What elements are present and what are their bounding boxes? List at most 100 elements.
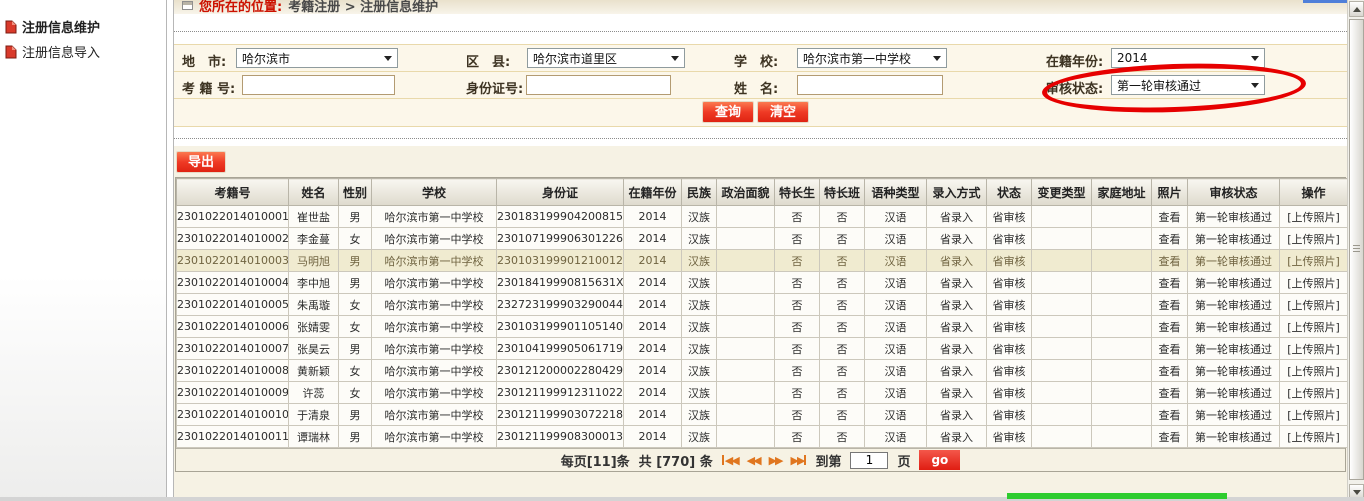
table-cell: 女 — [339, 316, 372, 338]
upload-photo-link[interactable]: [上传照片] — [1287, 431, 1340, 444]
table-cell — [717, 272, 775, 294]
table-cell: 省审核 — [987, 272, 1032, 294]
scroll-up-button[interactable] — [1349, 1, 1364, 17]
table-cell — [717, 426, 775, 448]
table-cell: 男 — [339, 338, 372, 360]
table-cell — [1032, 206, 1092, 228]
table-cell: 2301022014010001 — [177, 206, 289, 228]
double-arrow-left-icon: ◀◀ — [725, 454, 738, 467]
table-cell: 哈尔滨市第一中学校 — [372, 294, 497, 316]
table-cell: 省审核 — [987, 250, 1032, 272]
table-cell: 查看 — [1152, 426, 1188, 448]
table-row: 2301022014010005朱禹璇女哈尔滨市第一中学校23272319990… — [177, 294, 1348, 316]
table-cell: [上传照片] — [1280, 426, 1348, 448]
table-cell: 省录入 — [927, 382, 987, 404]
prev-page-button[interactable]: ◀◀ — [747, 454, 760, 467]
table-cell — [1032, 404, 1092, 426]
table-cell: 否 — [820, 206, 865, 228]
results-section: 导出 考籍号姓名性别学校身份证在籍年份民族政治面貌特长生特长班语种类型录入方式状… — [174, 146, 1347, 498]
table-cell: 232723199903290044 — [497, 294, 624, 316]
page-number-input[interactable] — [850, 452, 888, 469]
table-cell: 第一轮审核通过 — [1188, 360, 1280, 382]
table-cell — [1092, 426, 1152, 448]
table-cell: 哈尔滨市第一中学校 — [372, 404, 497, 426]
table-cell: 许蕊 — [289, 382, 339, 404]
year-select[interactable]: 2014 — [1111, 48, 1265, 68]
view-photo-link[interactable]: 查看 — [1159, 277, 1181, 290]
school-select[interactable]: 哈尔滨市第一中学校 — [797, 48, 947, 68]
table-cell: 男 — [339, 206, 372, 228]
id-card-input[interactable] — [526, 75, 671, 95]
view-photo-link[interactable]: 查看 — [1159, 343, 1181, 356]
table-cell: 汉语 — [865, 382, 927, 404]
next-page-button[interactable]: ▶▶ — [769, 454, 782, 467]
last-page-button[interactable]: ▶▶ — [791, 454, 807, 467]
view-photo-link[interactable]: 查看 — [1159, 321, 1181, 334]
upload-photo-link[interactable]: [上传照片] — [1287, 343, 1340, 356]
view-photo-link[interactable]: 查看 — [1159, 233, 1181, 246]
table-cell — [717, 250, 775, 272]
export-button[interactable]: 导出 — [176, 151, 226, 173]
district-select[interactable]: 哈尔滨市道里区 — [527, 48, 685, 68]
audit-status-label: 审核状态: — [1046, 78, 1103, 97]
column-header: 特长班 — [820, 179, 865, 206]
upload-photo-link[interactable]: [上传照片] — [1287, 211, 1340, 224]
divider-dotted-top — [174, 31, 1347, 32]
table-cell: 查看 — [1152, 294, 1188, 316]
exam-no-input[interactable] — [242, 75, 395, 95]
scrollbar-thumb[interactable] — [1349, 19, 1364, 480]
view-photo-link[interactable]: 查看 — [1159, 431, 1181, 444]
vertical-scrollbar[interactable] — [1347, 0, 1364, 501]
table-cell — [1032, 250, 1092, 272]
name-input[interactable] — [797, 75, 943, 95]
table-row: 2301022014010008黄新颖女哈尔滨市第一中学校23012120000… — [177, 360, 1348, 382]
dropdown-arrow-icon — [384, 56, 392, 61]
go-button[interactable]: go — [919, 450, 960, 470]
table-cell: 否 — [820, 404, 865, 426]
sidebar-item-register-info-maintain[interactable]: 注册信息维护 — [0, 14, 166, 39]
view-photo-link[interactable]: 查看 — [1159, 299, 1181, 312]
upload-photo-link[interactable]: [上传照片] — [1287, 409, 1340, 422]
sidebar-item-label: 注册信息维护 — [22, 17, 100, 36]
upload-photo-link[interactable]: [上传照片] — [1287, 233, 1340, 246]
city-select[interactable]: 哈尔滨市 — [236, 48, 398, 68]
upload-photo-link[interactable]: [上传照片] — [1287, 255, 1340, 268]
table-cell: [上传照片] — [1280, 360, 1348, 382]
table-cell: 第一轮审核通过 — [1188, 228, 1280, 250]
table-cell — [1092, 404, 1152, 426]
sidebar-item-register-info-import[interactable]: 注册信息导入 — [0, 39, 166, 64]
upload-photo-link[interactable]: [上传照片] — [1287, 299, 1340, 312]
table-row: 2301022014010006张婧雯女哈尔滨市第一中学校23010319990… — [177, 316, 1348, 338]
table-cell: 省录入 — [927, 404, 987, 426]
table-cell: 哈尔滨市第一中学校 — [372, 250, 497, 272]
view-photo-link[interactable]: 查看 — [1159, 255, 1181, 268]
view-photo-link[interactable]: 查看 — [1159, 387, 1181, 400]
location-icon — [182, 1, 193, 10]
table-cell — [717, 338, 775, 360]
upload-photo-link[interactable]: [上传照片] — [1287, 387, 1340, 400]
year-label: 在籍年份: — [1046, 51, 1103, 70]
clear-button[interactable]: 清空 — [757, 101, 809, 123]
query-button[interactable]: 查询 — [702, 101, 754, 123]
table-cell — [1092, 228, 1152, 250]
table-cell: 否 — [775, 250, 820, 272]
table-cell: 2301022014010003 — [177, 250, 289, 272]
table-cell: 汉族 — [682, 250, 717, 272]
green-progress-bar — [1007, 493, 1227, 499]
table-cell: 于清泉 — [289, 404, 339, 426]
upload-photo-link[interactable]: [上传照片] — [1287, 321, 1340, 334]
bar-icon — [722, 455, 724, 465]
view-photo-link[interactable]: 查看 — [1159, 409, 1181, 422]
table-cell: 否 — [820, 316, 865, 338]
table-cell: 省审核 — [987, 404, 1032, 426]
upload-photo-link[interactable]: [上传照片] — [1287, 277, 1340, 290]
audit-status-select[interactable]: 第一轮审核通过 — [1111, 75, 1265, 95]
table-cell — [1092, 250, 1152, 272]
first-page-button[interactable]: ◀◀ — [722, 454, 738, 467]
upload-photo-link[interactable]: [上传照片] — [1287, 365, 1340, 378]
table-cell: 查看 — [1152, 250, 1188, 272]
view-photo-link[interactable]: 查看 — [1159, 365, 1181, 378]
view-photo-link[interactable]: 查看 — [1159, 211, 1181, 224]
table-cell: 汉语 — [865, 338, 927, 360]
filter-panel: 地 市: 哈尔滨市 区 县: 哈尔滨市道里区 学 校: 哈尔滨市第一中学校 在籍… — [174, 44, 1347, 127]
